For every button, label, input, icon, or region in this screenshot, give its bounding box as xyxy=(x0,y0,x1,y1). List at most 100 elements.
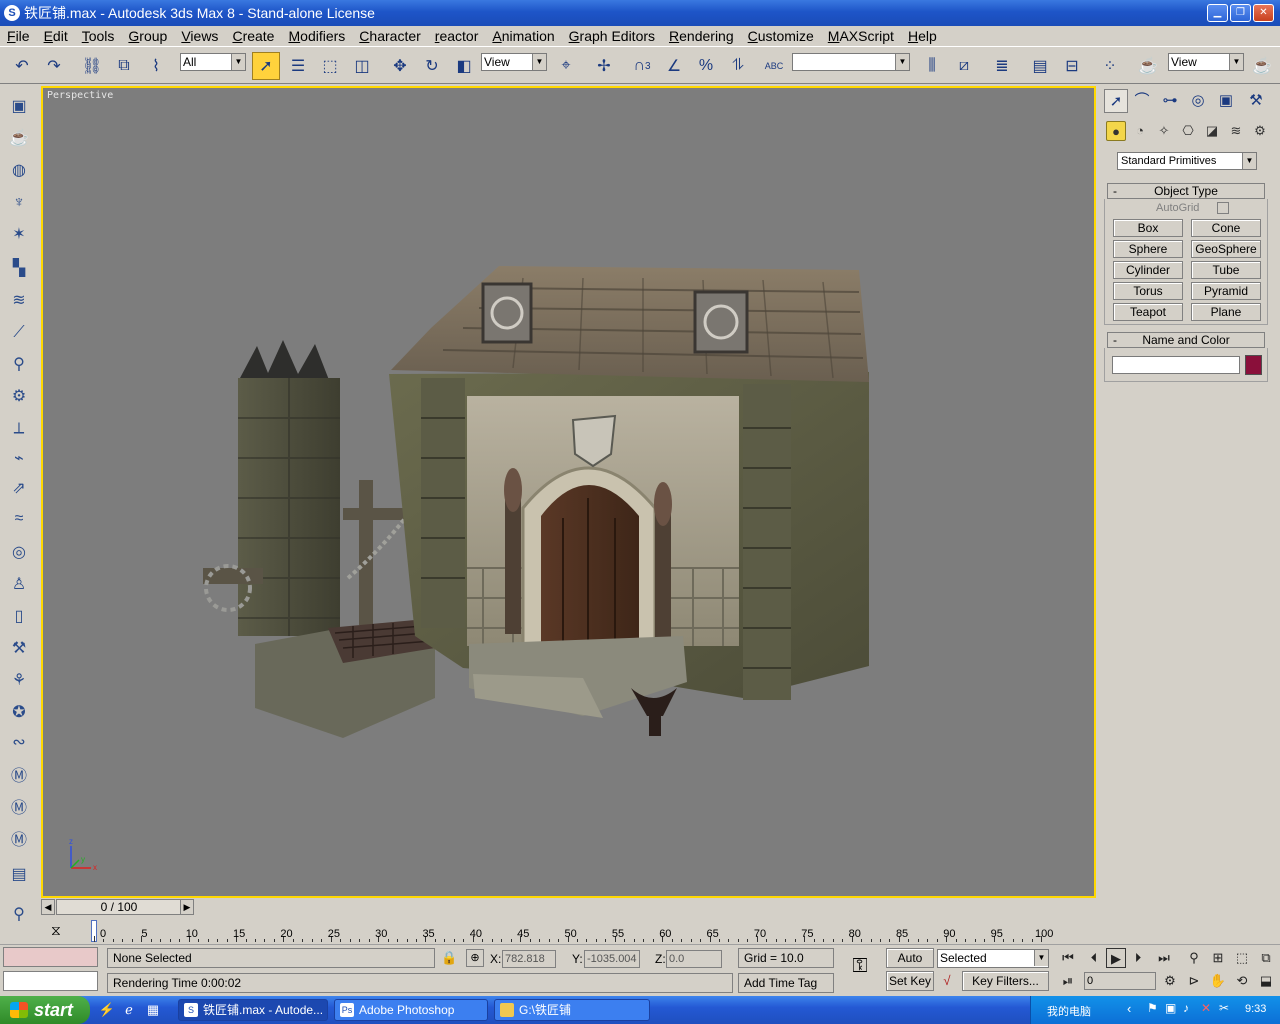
maximize-button[interactable]: ❐ xyxy=(1230,4,1251,22)
add-time-tag[interactable]: Add Time Tag xyxy=(738,973,834,993)
prev-frame-arrow-icon[interactable]: ◀ xyxy=(41,899,55,915)
systems-icon[interactable]: ⚙ xyxy=(1250,121,1270,141)
motion-tab-icon[interactable]: ◎ xyxy=(1186,89,1210,113)
pan-icon[interactable]: ✋ xyxy=(1208,971,1228,991)
select-by-name-icon[interactable]: ☰ xyxy=(284,52,312,80)
walk-icon[interactable]: ⚘ xyxy=(6,668,32,694)
schematic-view-icon[interactable]: ⊟ xyxy=(1058,52,1086,80)
geometry-icon[interactable]: ● xyxy=(1106,121,1126,141)
key-filters-button[interactable]: Key Filters... xyxy=(962,971,1049,991)
zoom-extents-icon[interactable]: ⬚ xyxy=(1232,948,1252,968)
autogrid-checkbox[interactable] xyxy=(1217,202,1229,214)
motion-icon[interactable]: ✪ xyxy=(6,700,32,726)
gear-icon[interactable]: ⚙ xyxy=(6,384,32,410)
bind-space-warp-icon[interactable]: ⌇ xyxy=(142,52,170,80)
object-name-field[interactable] xyxy=(1112,356,1240,374)
current-frame-field[interactable]: 0 xyxy=(1084,972,1156,990)
maximize-viewport-icon[interactable]: ⬓ xyxy=(1256,971,1276,991)
material-editor-icon[interactable]: ⁘ xyxy=(1096,52,1124,80)
snap-toggle-icon[interactable]: ∩ 3 xyxy=(628,52,656,80)
tray-network-icon[interactable]: ⚑ xyxy=(1147,1001,1158,1015)
zoom-tool-icon[interactable]: ⚲ xyxy=(6,902,32,928)
menu-help[interactable]: Help xyxy=(901,28,944,44)
menu-views[interactable]: Views xyxy=(174,28,225,44)
window-crossing-icon[interactable]: ◫ xyxy=(348,52,376,80)
select-link-icon[interactable]: ⛓ xyxy=(78,52,106,80)
z-coordinate-field[interactable]: 0.0 xyxy=(666,950,722,968)
tray-expand-icon[interactable]: ‹ xyxy=(1127,1001,1131,1016)
render-view-dropdown[interactable]: View ▼ xyxy=(1168,53,1244,71)
time-configuration-icon[interactable]: ⚙ xyxy=(1160,971,1180,991)
lock-selection-icon[interactable]: 🔒 xyxy=(441,950,457,966)
rotate-icon[interactable]: ↻ xyxy=(418,52,446,80)
menu-character[interactable]: Character xyxy=(352,28,427,44)
modify-tab-icon[interactable]: ⌒ xyxy=(1130,89,1154,113)
start-button[interactable]: start xyxy=(0,996,90,1024)
key-mode-dropdown[interactable]: Selected ▼ xyxy=(937,949,1049,968)
cameras-icon[interactable]: ⎔ xyxy=(1178,121,1198,141)
set-key-button[interactable]: Set Key xyxy=(886,971,934,991)
menu-create[interactable]: Create xyxy=(225,28,281,44)
named-selection-dropdown[interactable]: ▼ xyxy=(792,53,910,71)
create-box-icon[interactable]: ▣ xyxy=(6,94,32,120)
play-icon[interactable]: ▶ xyxy=(1106,948,1126,968)
figure-icon[interactable]: ♙ xyxy=(6,572,32,598)
curve-editor-icon[interactable]: ▤ xyxy=(1026,52,1054,80)
material-m-icon[interactable]: Ⓜ xyxy=(6,764,32,790)
bone-icon[interactable]: ⌁ xyxy=(6,446,32,472)
scale-icon[interactable]: ◧ xyxy=(450,52,478,80)
tray-label[interactable]: 我的电脑 xyxy=(1047,1003,1091,1019)
edit-named-selection-icon[interactable]: ABC xyxy=(760,52,788,80)
taskbar-photoshop[interactable]: Ps Adobe Photoshop xyxy=(334,999,488,1021)
extrude-icon[interactable]: ⟋ xyxy=(6,320,32,346)
taskbar-folder[interactable]: G:\铁匠铺 xyxy=(494,999,650,1021)
name-color-rollout-header[interactable]: - Name and Color xyxy=(1107,332,1265,348)
tray-volume-icon[interactable]: ♪ xyxy=(1183,1001,1189,1015)
space-warps-icon[interactable]: ≋ xyxy=(1226,121,1246,141)
create-helpers-icon[interactable]: ✶ xyxy=(6,222,32,248)
create-sphere-icon[interactable]: ◍ xyxy=(6,158,32,184)
align-icon[interactable]: ⧄ xyxy=(950,52,978,80)
render-scene-icon[interactable]: ☕ xyxy=(1134,52,1162,80)
manipulate-icon[interactable]: ✢ xyxy=(590,52,618,80)
menu-edit[interactable]: Edit xyxy=(37,28,75,44)
absolute-mode-icon[interactable]: ⊕ xyxy=(466,949,484,967)
zoom-extents-all-icon[interactable]: ⧉ xyxy=(1256,948,1276,968)
default-tangent-icon[interactable]: √ xyxy=(936,973,958,993)
hierarchy-tab-icon[interactable]: ⊶ xyxy=(1158,89,1182,113)
bend-modifier-icon[interactable]: ▚ xyxy=(6,256,32,282)
field-of-view-icon[interactable]: ⊳ xyxy=(1184,971,1204,991)
material-m2-icon[interactable]: Ⓜ xyxy=(6,796,32,822)
menu-tools[interactable]: Tools xyxy=(75,28,122,44)
menu-group[interactable]: Group xyxy=(121,28,174,44)
rectangular-selection-icon[interactable]: ⬚ xyxy=(316,52,344,80)
perspective-viewport[interactable]: Perspective z y x xyxy=(41,86,1096,898)
select-modifier-icon[interactable]: ⚲ xyxy=(6,352,32,378)
geosphere-button[interactable]: GeoSphere xyxy=(1191,240,1261,258)
layer-manager-icon[interactable]: ≣ xyxy=(988,52,1016,80)
create-teapot-icon[interactable]: ☕ xyxy=(6,126,32,152)
menu-animation[interactable]: Animation xyxy=(485,28,561,44)
selection-filter-dropdown[interactable]: All ▼ xyxy=(180,53,246,71)
redo-icon[interactable]: ↷ xyxy=(40,52,68,80)
internet-explorer-icon[interactable]: ℯ xyxy=(120,1001,138,1019)
wrench-icon[interactable]: ⚒ xyxy=(6,636,32,662)
percent-snap-icon[interactable]: % xyxy=(692,52,720,80)
next-frame-icon[interactable]: ⏵ xyxy=(1128,948,1148,968)
material-m3-icon[interactable]: Ⓜ xyxy=(6,828,32,854)
unlink-icon[interactable]: ⧉ xyxy=(110,52,138,80)
display-tab-icon[interactable]: ▣ xyxy=(1214,89,1238,113)
key-icon[interactable]: ⚿ xyxy=(842,955,878,981)
taskbar-3dsmax[interactable]: S 铁匠铺.max - Autode... xyxy=(178,999,328,1021)
next-frame-arrow-icon[interactable]: ▶ xyxy=(180,899,194,915)
show-desktop-icon[interactable]: ▦ xyxy=(144,1001,162,1019)
mini-curve-editor-icon[interactable]: ⧖ xyxy=(51,922,61,939)
render-frame-icon[interactable]: ▤ xyxy=(6,862,32,888)
spinner-snap-icon[interactable]: ⥮ xyxy=(724,52,752,80)
zoom-all-icon[interactable]: ⊞ xyxy=(1208,948,1228,968)
mirror-icon[interactable]: ⫼ xyxy=(918,52,946,80)
biped-icon[interactable]: ⇗ xyxy=(6,476,32,502)
lattice-icon[interactable]: ≋ xyxy=(6,288,32,314)
category-dropdown[interactable]: Standard Primitives ▼ xyxy=(1117,152,1257,170)
go-to-end-icon[interactable]: ⏭ xyxy=(1154,948,1174,968)
